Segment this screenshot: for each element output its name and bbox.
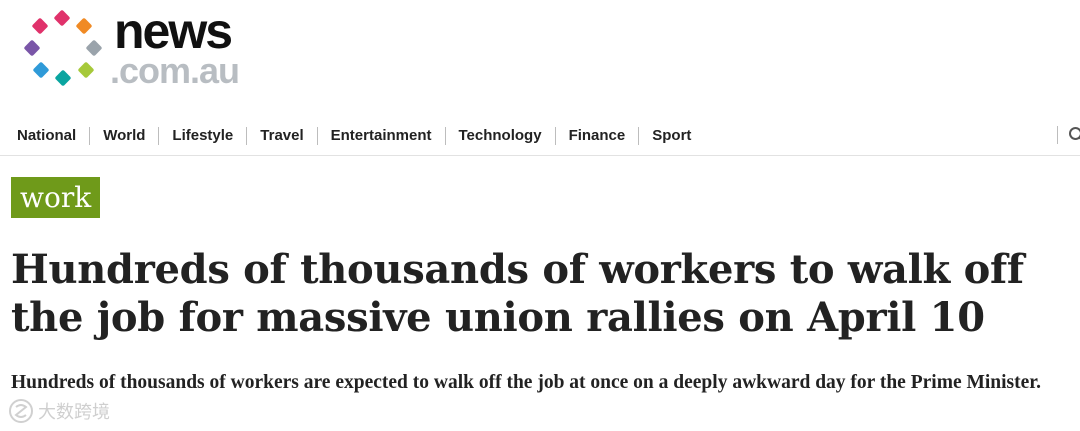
- nav-list: National World Lifestyle Travel Entertai…: [0, 126, 691, 145]
- logo-dot: [85, 39, 103, 57]
- article-headline: Hundreds of thousands of workers to walk…: [11, 246, 1024, 341]
- nav-item-technology[interactable]: Technology: [459, 127, 542, 144]
- nav-item-lifestyle[interactable]: Lifestyle: [172, 127, 233, 144]
- nav-divider: [554, 126, 556, 145]
- logo-dot: [75, 17, 93, 35]
- site-logo[interactable]: news .com.au: [22, 3, 262, 91]
- nav-item-sport[interactable]: Sport: [652, 127, 691, 144]
- logo-dot: [54, 69, 72, 87]
- nav-search: [1057, 126, 1080, 144]
- watermark-text: 大数跨境: [38, 402, 110, 423]
- watermark-logo-icon: [9, 399, 33, 423]
- nav-divider: [89, 126, 91, 145]
- logo-domain: .com.au: [110, 50, 240, 91]
- article-standfirst: Hundreds of thousands of workers are exp…: [11, 372, 1042, 393]
- nav-item-finance[interactable]: Finance: [569, 127, 626, 144]
- logo-dots-icon: [22, 9, 106, 90]
- nav-divider: [158, 126, 160, 145]
- nav-divider: [1057, 126, 1058, 144]
- nav-item-entertainment[interactable]: Entertainment: [331, 127, 432, 144]
- nav-divider: [246, 126, 248, 145]
- logo-dot: [23, 39, 41, 57]
- section-tag-work[interactable]: work: [11, 177, 101, 218]
- logo-dot: [32, 61, 50, 79]
- nav-divider: [444, 126, 446, 145]
- nav-item-travel[interactable]: Travel: [260, 127, 303, 144]
- logo-dot: [53, 9, 71, 27]
- main-nav: National World Lifestyle Travel Entertai…: [0, 116, 1080, 156]
- nav-item-world[interactable]: World: [103, 127, 145, 144]
- nav-item-national[interactable]: National: [17, 127, 76, 144]
- logo-dot: [31, 17, 49, 35]
- search-icon[interactable]: [1068, 126, 1080, 144]
- nav-divider: [316, 126, 318, 145]
- logo-dot: [77, 61, 95, 79]
- watermark: 大数跨境: [8, 398, 110, 424]
- nav-divider: [638, 126, 640, 145]
